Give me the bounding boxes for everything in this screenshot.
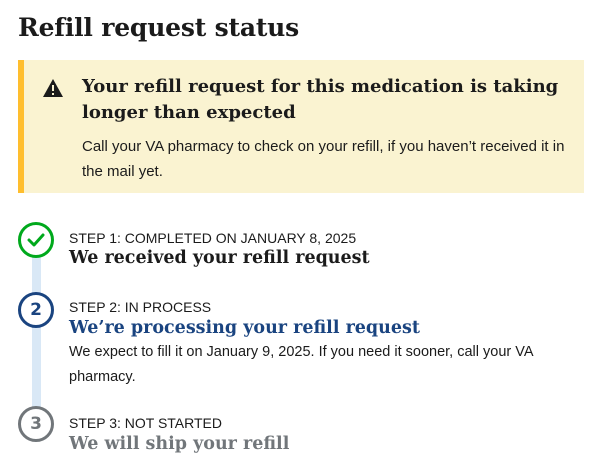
step-3-status: STEP 3: NOT STARTED bbox=[69, 415, 223, 431]
step-2-status: STEP 2: IN PROCESS bbox=[69, 299, 212, 315]
alert-body: Call your VA pharmacy to check on your r… bbox=[82, 138, 565, 180]
step-1-status: STEP 1: COMPLETED ON JANUARY 8, 2025 bbox=[69, 230, 357, 246]
step-2-heading: We’re processing your refill request bbox=[69, 318, 420, 338]
step-3-number: 3 bbox=[18, 406, 54, 442]
step-3-heading: We will ship your refill bbox=[69, 434, 290, 454]
progress-track bbox=[32, 250, 41, 415]
check-icon bbox=[18, 222, 54, 258]
step-2-description: We expect to fill it on January 9, 2025.… bbox=[69, 344, 533, 385]
step-1-heading: We received your refill request bbox=[69, 248, 370, 268]
step-2-number: 2 bbox=[18, 292, 54, 328]
refill-status-page: Refill request status Your refill reques… bbox=[0, 0, 600, 475]
warning-icon bbox=[43, 79, 63, 97]
alert-heading: Your refill request for this medication … bbox=[82, 76, 559, 123]
delay-warning-alert: Your refill request for this medication … bbox=[18, 60, 584, 193]
page-title: Refill request status bbox=[18, 13, 300, 42]
